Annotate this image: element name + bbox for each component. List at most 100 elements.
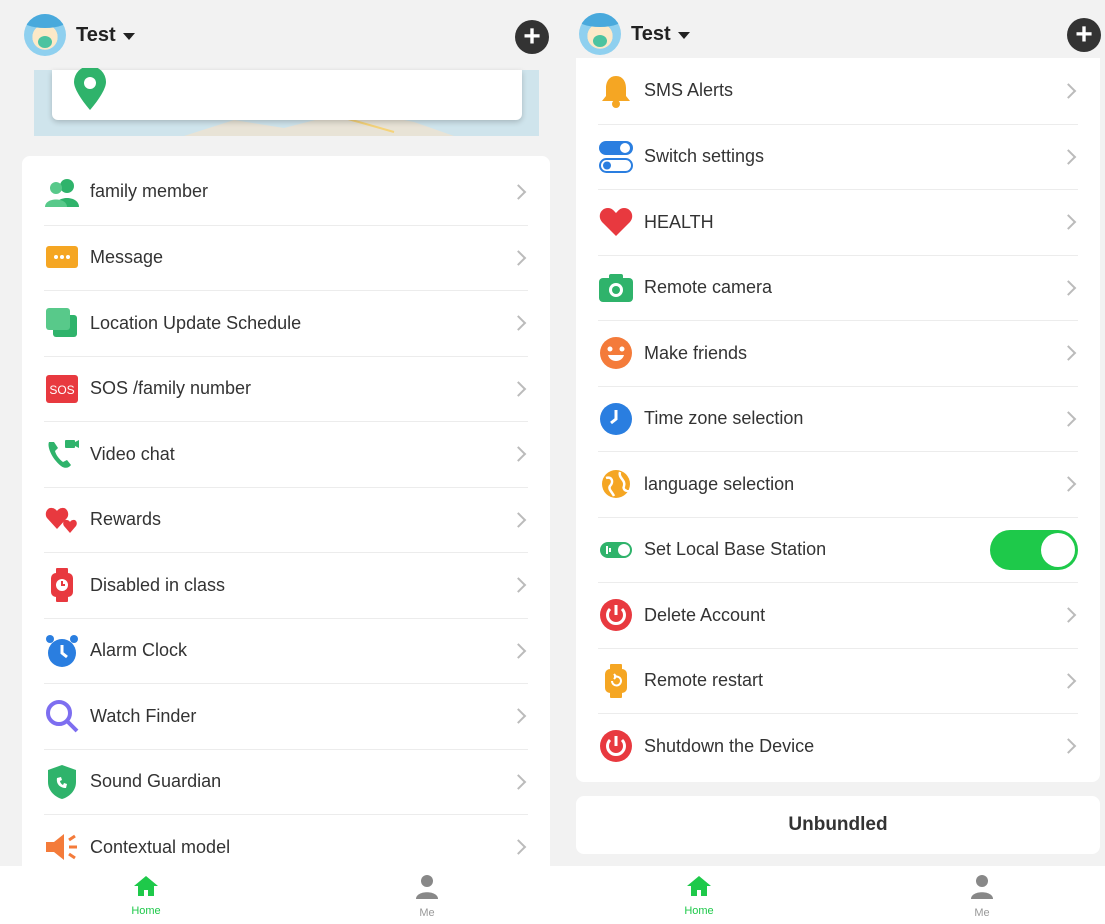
restart-icon: [598, 663, 634, 699]
menu-item-remote-restart[interactable]: Remote restart: [598, 647, 1078, 714]
chevron-right-icon: [1060, 672, 1077, 689]
location-popup: [52, 70, 522, 120]
menu-item-label: Rewards: [90, 509, 162, 530]
menu-item-time-zone-selection[interactable]: Time zone selection: [598, 385, 1078, 452]
chevron-right-icon: [1060, 410, 1077, 427]
menu-item-remote-camera[interactable]: Remote camera: [598, 254, 1078, 321]
menu-item-label: Make friends: [644, 342, 748, 363]
menu-item-make-friends[interactable]: Make friends: [598, 320, 1078, 386]
person-icon: [971, 875, 993, 899]
device-name[interactable]: Test: [631, 23, 671, 46]
menu-card: SMS Alerts Switch settings HEALTH Remote ca…: [576, 58, 1100, 782]
chevron-right-icon: [510, 315, 527, 332]
menu-item-sms-alerts[interactable]: SMS Alerts: [598, 58, 1078, 124]
location-schedule-icon: [44, 305, 80, 341]
device-avatar[interactable]: [24, 14, 66, 56]
device-name[interactable]: Test: [76, 24, 116, 47]
menu-item-label: HEALTH: [644, 211, 714, 232]
chevron-right-icon: [510, 380, 527, 397]
message-icon: [44, 240, 80, 276]
right-screen: Test + SMS Alerts Switch settings HEALTH Re…: [555, 0, 1105, 924]
menu-card: family member Message Location Update Sche…: [22, 156, 550, 868]
watch-finder-icon: [44, 698, 80, 734]
menu-item-label: Disabled in class: [90, 574, 226, 595]
tab-me[interactable]: Me: [387, 874, 467, 919]
tab-home[interactable]: Home: [106, 874, 186, 917]
menu-item-label: language selection: [644, 473, 795, 494]
caret-down-icon[interactable]: [677, 31, 690, 39]
menu-item-label: Time zone selection: [644, 408, 804, 429]
smiley-icon: [598, 335, 634, 371]
family-member-icon: [44, 174, 80, 210]
chevron-right-icon: [510, 577, 527, 594]
left-screen: Test + family member Message Location Upda…: [0, 0, 555, 924]
menu-item-delete-account[interactable]: Delete Account: [598, 582, 1078, 648]
unbundled-button[interactable]: Unbundled: [576, 796, 1100, 854]
menu-item-sound-guardian[interactable]: Sound Guardian: [44, 748, 528, 815]
menu-item-label: Alarm Clock: [90, 640, 188, 661]
menu-item-message[interactable]: Message: [44, 224, 528, 291]
person-icon: [416, 875, 438, 899]
globe-icon: [598, 466, 634, 502]
menu-item-watch-finder[interactable]: Watch Finder: [44, 683, 528, 749]
base-station-icon: [598, 532, 634, 568]
chevron-right-icon: [510, 642, 527, 659]
menu-item-video-chat[interactable]: Video chat: [44, 421, 528, 487]
menu-item-alarm-clock[interactable]: Alarm Clock: [44, 617, 528, 684]
menu-item-set-local-base-station[interactable]: Set Local Base Station: [598, 516, 1078, 583]
menu-item-family-member[interactable]: family member: [44, 159, 528, 225]
menu-item-shutdown-the-device[interactable]: Shutdown the Device: [598, 713, 1078, 779]
chevron-right-icon: [510, 249, 527, 266]
header: Test +: [0, 0, 555, 70]
menu-item-label: Remote restart: [644, 670, 764, 691]
add-device-icon[interactable]: +: [1067, 18, 1101, 52]
tab-home-label: Home: [684, 905, 714, 917]
home-icon: [134, 876, 158, 896]
menu-item-label: Set Local Base Station: [644, 539, 827, 560]
clock-icon: [598, 401, 634, 437]
chevron-right-icon: [510, 511, 527, 528]
base-station-toggle[interactable]: [990, 529, 1078, 570]
chevron-right-icon: [1060, 476, 1077, 493]
add-device-icon[interactable]: +: [515, 20, 549, 54]
menu-item-location-update-schedule[interactable]: Location Update Schedule: [44, 290, 528, 356]
bell-icon: [598, 73, 634, 109]
menu-item-label: family member: [90, 181, 209, 202]
location-pin-icon: [70, 66, 110, 115]
chevron-right-icon: [1060, 214, 1077, 231]
menu-item-switch-settings[interactable]: Switch settings: [598, 123, 1078, 190]
device-avatar[interactable]: [579, 13, 621, 55]
menu-item-label: Contextual model: [90, 836, 231, 857]
home-icon: [687, 876, 711, 896]
chevron-right-icon: [510, 183, 527, 200]
menu-item-label: Switch settings: [644, 146, 765, 167]
tab-bar: Home Me: [0, 866, 555, 924]
chevron-right-icon: [1060, 738, 1077, 755]
menu-item-language-selection[interactable]: language selection: [598, 451, 1078, 517]
tab-bar: Home Me: [555, 866, 1105, 924]
menu-item-disabled-in-class[interactable]: Disabled in class: [44, 552, 528, 618]
rewards-icon: [44, 502, 80, 538]
heart-icon: [598, 204, 634, 240]
menu-item-label: Message: [90, 247, 164, 268]
menu-item-label: Watch Finder: [90, 705, 197, 726]
chevron-right-icon: [510, 773, 527, 790]
menu-item-label: Sound Guardian: [90, 771, 222, 792]
chevron-right-icon: [1060, 82, 1077, 99]
menu-item-label: SOS /family number: [90, 378, 252, 399]
tab-home[interactable]: Home: [659, 874, 739, 917]
disabled-in-class-icon: [44, 567, 80, 603]
alarm-clock-icon: [44, 633, 80, 669]
chevron-right-icon: [510, 708, 527, 725]
menu-item-rewards[interactable]: Rewards: [44, 486, 528, 553]
tab-home-label: Home: [131, 905, 161, 917]
unbundled-label: Unbundled: [788, 814, 888, 835]
contextual-model-icon: [44, 829, 80, 865]
menu-item-health[interactable]: HEALTH: [598, 189, 1078, 255]
caret-down-icon[interactable]: [122, 32, 135, 40]
menu-item-label: Shutdown the Device: [644, 735, 815, 756]
tab-me-label: Me: [419, 907, 435, 919]
menu-item-sos-family-number[interactable]: SOS SOS /family number: [44, 355, 528, 422]
tab-me[interactable]: Me: [942, 874, 1022, 919]
camera-icon: [598, 270, 634, 306]
